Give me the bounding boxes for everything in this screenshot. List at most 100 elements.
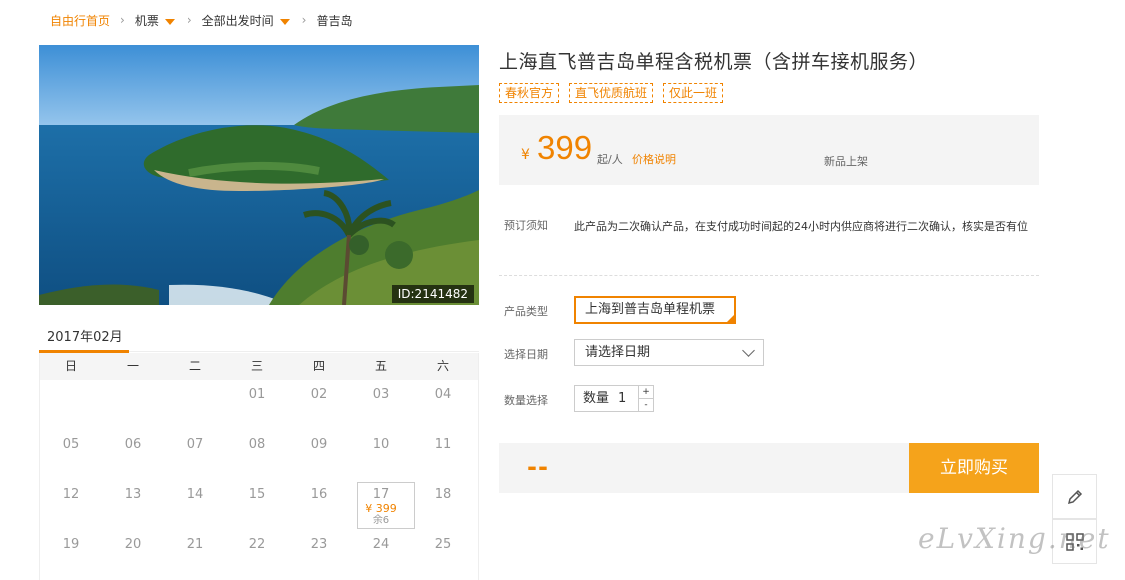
new-product-label: 新品上架: [824, 155, 868, 168]
calendar-day-number: 15: [248, 487, 266, 502]
calendar-day-number: 23: [310, 537, 328, 552]
calendar-day-price: ¥ 399: [365, 502, 397, 515]
price-amount: 399: [537, 129, 593, 166]
calendar-day-cell: 06: [102, 430, 164, 480]
calendar-day-cell: 03: [350, 380, 412, 430]
calendar-day-number: 14: [186, 487, 204, 502]
weekday-label: 六: [436, 359, 449, 373]
breadcrumb-separator-icon: ›: [120, 13, 125, 27]
calendar-day-cell: 05: [40, 430, 102, 480]
breadcrumb: 自由行首页 › 机票 › 全部出发时间 › 普吉岛: [50, 12, 353, 28]
product-type-value: 上海到普吉岛单程机票: [585, 302, 716, 317]
calendar-day-number: 12: [62, 487, 80, 502]
calendar-day-cell: 02: [288, 380, 350, 430]
selected-check-icon: [727, 315, 734, 322]
price-explain-link[interactable]: 价格说明: [632, 151, 676, 167]
breadcrumb-destination: 普吉岛: [316, 13, 353, 28]
booking-notice-label: 预订须知: [504, 219, 548, 232]
quantity-input[interactable]: 1: [609, 386, 636, 411]
calendar-day-number: 05: [62, 437, 80, 452]
booking-notice-text: 此产品为二次确认产品，在支付成功时间起的24小时内供应商将进行二次确认，核实是否…: [574, 220, 1028, 233]
calendar-day-cell: 21: [164, 530, 226, 580]
breadcrumb-category-label: 机票: [134, 13, 159, 28]
chevron-down-icon: [742, 344, 755, 357]
calendar-day-cell: 07: [164, 430, 226, 480]
weekday-label: 二: [188, 359, 201, 373]
buy-bar: -- 立即购买: [499, 443, 1039, 493]
calendar-day-number: 09: [310, 437, 328, 452]
calendar-grid: 01 02 03 04 05 06 07 08 09 10 11 12 13 1…: [40, 380, 478, 580]
product-type-label: 产品类型: [504, 305, 548, 318]
breadcrumb-home-link[interactable]: 自由行首页: [50, 12, 110, 29]
calendar-day-cell: 15: [226, 480, 288, 530]
calendar-day-number: 03: [372, 387, 390, 402]
calendar-day-number: 24: [372, 537, 390, 552]
calendar-day-cell: 08: [226, 430, 288, 480]
section-divider: [499, 275, 1039, 276]
calendar-day-cell: 24: [350, 530, 412, 580]
calendar-day-cell: 23: [288, 530, 350, 580]
weekday-label: 四: [312, 359, 325, 373]
buy-now-button[interactable]: 立即购买: [909, 443, 1039, 493]
calendar-day-number: 11: [434, 437, 452, 452]
breadcrumb-departure-dropdown[interactable]: 全部出发时间: [202, 12, 292, 29]
date-select[interactable]: 请选择日期: [574, 339, 764, 366]
product-tag: 直飞优质航班: [569, 83, 654, 103]
calendar-day-cell: 01: [226, 380, 288, 430]
calendar-day-cell: 16: [288, 480, 350, 530]
calendar-day-cell: 18: [412, 480, 474, 530]
edit-tool-button[interactable]: [1052, 474, 1097, 519]
calendar-day-number: 04: [434, 387, 452, 402]
calendar-day-number: 10: [372, 437, 390, 452]
calendar-day-cell: 19: [40, 530, 102, 580]
calendar-day-number: 19: [62, 537, 80, 552]
calendar-day-cell: [102, 380, 164, 430]
calendar-day-number: 18: [434, 487, 452, 502]
weekday-label: 日: [64, 359, 77, 373]
calendar-day-cell: 20: [102, 530, 164, 580]
quantity-stepper: 数量 1 + -: [574, 385, 654, 412]
price-unit: 起/人: [597, 153, 623, 166]
calendar-divider: [129, 351, 479, 352]
currency-symbol: ¥: [521, 147, 530, 163]
calendar-day-cell: 13: [102, 480, 164, 530]
calendar-day-cell: [40, 380, 102, 430]
weekday-label: 五: [374, 359, 387, 373]
caret-down-icon: [279, 18, 290, 25]
island-illustration: [39, 45, 479, 305]
product-type-option[interactable]: 上海到普吉岛单程机票: [574, 296, 736, 324]
calendar-day-cell: [164, 380, 226, 430]
product-tag: 仅此一班: [663, 83, 724, 103]
calendar-day-cell: 22: [226, 530, 288, 580]
price-calendar: 日 一 二 三 四 五 六 01 02 03 04 05 06 07 08 09…: [39, 353, 479, 580]
product-tag: 春秋官方: [499, 83, 560, 103]
quantity-increase-button[interactable]: +: [639, 386, 653, 399]
breadcrumb-separator-icon: ›: [186, 13, 192, 27]
calendar-day-number: 20: [124, 537, 142, 552]
calendar-weekday-header: 日 一 二 三 四 五 六: [40, 353, 478, 380]
quantity-label: 数量选择: [504, 394, 548, 407]
quantity-decrease-button[interactable]: -: [639, 399, 653, 411]
calendar-day-number: 07: [186, 437, 204, 452]
price-panel: ¥ 399 起/人 价格说明 新品上架: [499, 115, 1039, 185]
pencil-icon: [1067, 489, 1082, 504]
quantity-buttons: + -: [638, 386, 653, 411]
calendar-day-cell: 25: [412, 530, 474, 580]
calendar-day-number: 16: [310, 487, 328, 502]
calendar-day-cell: 10: [350, 430, 412, 480]
breadcrumb-category-dropdown[interactable]: 机票: [135, 12, 177, 29]
caret-down-icon: [164, 18, 175, 25]
calendar-day-number: 02: [310, 387, 328, 402]
calendar-day-number: 01: [248, 387, 266, 402]
calendar-available-day[interactable]: 17 ¥ 399 余6: [350, 480, 415, 530]
calendar-day-number: 17: [372, 487, 390, 502]
site-watermark: eLvXing.net: [918, 522, 1111, 555]
calendar-day-cell: 11: [412, 430, 474, 480]
calendar-day-number: 06: [124, 437, 142, 452]
calendar-day-number: 13: [124, 487, 142, 502]
calendar-day-cell: 04: [412, 380, 474, 430]
calendar-day-cell: 12: [40, 480, 102, 530]
weekday-label: 一: [126, 359, 139, 373]
calendar-month-tab[interactable]: 2017年02月: [39, 326, 137, 345]
date-select-label: 选择日期: [504, 348, 548, 361]
